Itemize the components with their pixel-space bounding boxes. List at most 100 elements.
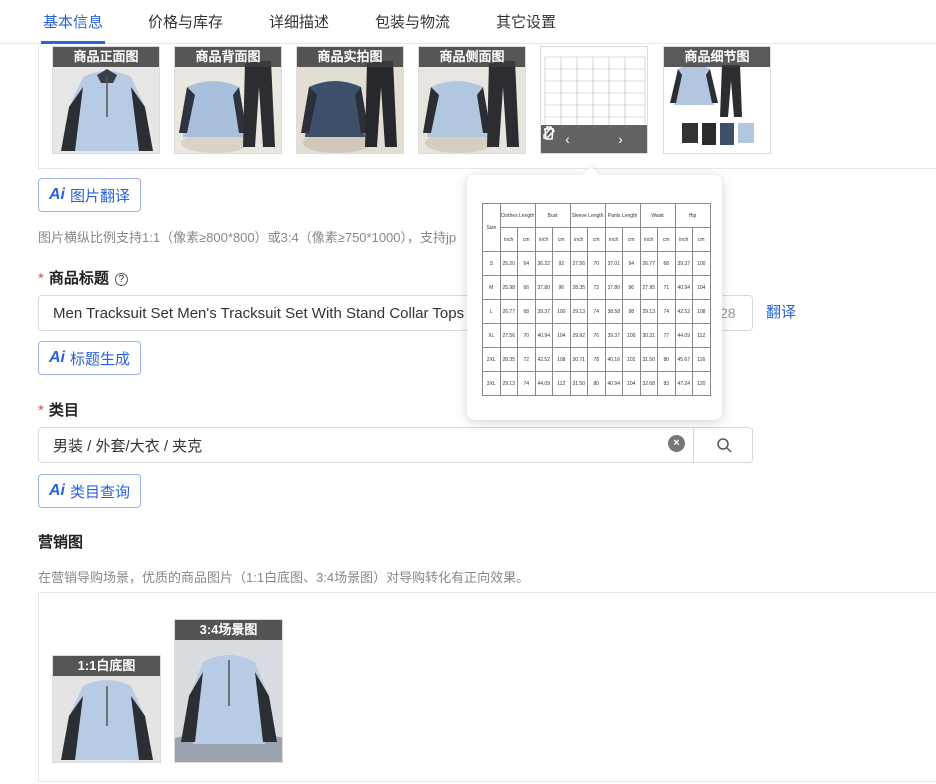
size-cell: 74 <box>657 299 676 324</box>
ai-icon: Ai <box>49 186 65 203</box>
size-unit-cell: inch <box>604 227 623 252</box>
image-translate-button[interactable]: Ai 图片翻译 <box>38 178 142 212</box>
size-cell: 70 <box>587 251 606 276</box>
marketing-image-square[interactable]: 1:1白底图 <box>52 655 161 763</box>
size-unit-cell: cm <box>692 227 711 252</box>
tab-basic-info[interactable]: 基本信息 <box>43 11 103 32</box>
image-label: 商品正面图 <box>53 47 159 67</box>
size-cell: 27.56 <box>569 251 588 276</box>
size-cell: 47.24 <box>674 371 693 396</box>
size-cell: 98 <box>622 299 641 324</box>
image-controls: ‹ › <box>541 125 647 153</box>
size-header-cell: Waist <box>639 203 676 228</box>
size-cell: 29.13 <box>639 299 658 324</box>
size-cell: 27.56 <box>499 323 518 348</box>
size-header-cell: Pants Length <box>604 203 641 228</box>
size-cell: 104 <box>692 275 711 300</box>
size-header-cell: Clothes Length <box>499 203 536 228</box>
size-unit-cell: inch <box>639 227 658 252</box>
tab-packaging[interactable]: 包装与物流 <box>375 11 450 32</box>
size-unit-cell: cm <box>622 227 641 252</box>
size-cell: 70 <box>517 323 536 348</box>
size-cell: L <box>482 299 501 324</box>
clear-icon[interactable]: × <box>668 435 685 452</box>
product-image-front[interactable]: 商品正面图 <box>52 46 160 154</box>
size-cell: 120 <box>692 371 711 396</box>
title-label-text: 商品标题 <box>48 270 109 287</box>
prev-icon[interactable]: ‹ <box>565 131 570 147</box>
size-header-cell: Hip <box>674 203 711 228</box>
size-cell: 112 <box>692 323 711 348</box>
tab-detail-desc[interactable]: 详细描述 <box>269 11 329 32</box>
product-image-real[interactable]: 商品实拍图 <box>296 46 404 154</box>
size-cell: 27.95 <box>639 275 658 300</box>
size-cell: 100 <box>622 323 641 348</box>
marketing-label: 营销图 <box>38 534 84 551</box>
image-label: 商品背面图 <box>175 47 281 67</box>
size-cell: 108 <box>692 299 711 324</box>
tab-other-settings[interactable]: 其它设置 <box>496 11 556 32</box>
size-cell: 66 <box>517 275 536 300</box>
next-icon[interactable]: › <box>618 131 623 147</box>
size-cell: 83 <box>657 371 676 396</box>
size-cell: 92 <box>552 251 571 276</box>
tab-bar: 基本信息 价格与库存 详细描述 包装与物流 其它设置 <box>0 0 936 44</box>
search-icon <box>716 438 732 453</box>
product-image-size-chart[interactable]: ‹ › <box>540 46 648 154</box>
tab-price-stock[interactable]: 价格与库存 <box>148 11 223 32</box>
size-cell: 102 <box>622 347 641 372</box>
category-label: * 类目 <box>38 399 79 420</box>
size-header-row: Size Clothes Length Bust Sleeve Length Pants… <box>482 203 711 252</box>
size-cell: 39.37 <box>674 251 693 276</box>
title-generate-label: 标题生成 <box>70 350 131 368</box>
category-query-button[interactable]: Ai 类目查询 <box>38 474 142 508</box>
size-cell: 31.50 <box>569 371 588 396</box>
size-cell: 44.09 <box>674 323 693 348</box>
size-cell: 44.09 <box>534 371 553 396</box>
size-cell: 72 <box>587 275 606 300</box>
product-image-back[interactable]: 商品背面图 <box>174 46 282 154</box>
size-cell: 30.31 <box>639 323 658 348</box>
size-cell: 80 <box>587 371 606 396</box>
size-cell: 80 <box>657 347 676 372</box>
product-image-side[interactable]: 商品侧面图 <box>418 46 526 154</box>
size-cell: 2XL <box>482 347 501 372</box>
size-cell: 26.77 <box>639 251 658 276</box>
size-cell: 25.20 <box>499 251 518 276</box>
image-label: 3:4场景图 <box>175 620 282 640</box>
size-cell: 45.67 <box>674 347 693 372</box>
title-generate-button[interactable]: Ai 标题生成 <box>38 341 142 375</box>
size-cell: 74 <box>517 371 536 396</box>
size-cell: 40.94 <box>604 371 623 396</box>
size-cell: 76 <box>587 323 606 348</box>
size-cell: 116 <box>692 347 711 372</box>
size-cell: 28.35 <box>569 275 588 300</box>
category-search-button[interactable] <box>693 428 753 462</box>
size-header-cell: Size <box>482 203 501 252</box>
translate-link[interactable]: 翻译 <box>766 301 796 322</box>
size-unit-cell: cm <box>587 227 606 252</box>
marketing-image-portrait[interactable]: 3:4场景图 <box>174 619 283 763</box>
category-input[interactable]: 男装 / 外套/大衣 / 夹克 <box>38 427 753 463</box>
product-image-detail[interactable]: 商品细节图 <box>663 46 771 154</box>
size-cell: 42.52 <box>674 299 693 324</box>
trash-icon[interactable] <box>541 125 557 141</box>
size-cell: 40.94 <box>534 323 553 348</box>
size-cell: 64 <box>517 251 536 276</box>
size-cell: 104 <box>552 323 571 348</box>
size-unit-cell: cm <box>657 227 676 252</box>
image-label: 商品细节图 <box>664 47 770 67</box>
help-icon[interactable]: ? <box>114 273 128 286</box>
size-cell: 29.13 <box>569 299 588 324</box>
size-cell: 39.37 <box>604 323 623 348</box>
required-mark: * <box>38 270 44 287</box>
size-cell: 40.94 <box>674 275 693 300</box>
popover-arrow <box>582 166 600 184</box>
category-label-text: 类目 <box>48 402 79 419</box>
size-cell: 29.13 <box>499 371 518 396</box>
image-translate-label: 图片翻译 <box>70 187 131 205</box>
image-label: 商品侧面图 <box>419 47 525 67</box>
size-cell: 104 <box>622 371 641 396</box>
image-ratio-hint: 图片横纵比例支持1:1（像素≥800*800）或3:4（像素≥750*1000）… <box>38 230 457 245</box>
size-cell: 94 <box>622 251 641 276</box>
